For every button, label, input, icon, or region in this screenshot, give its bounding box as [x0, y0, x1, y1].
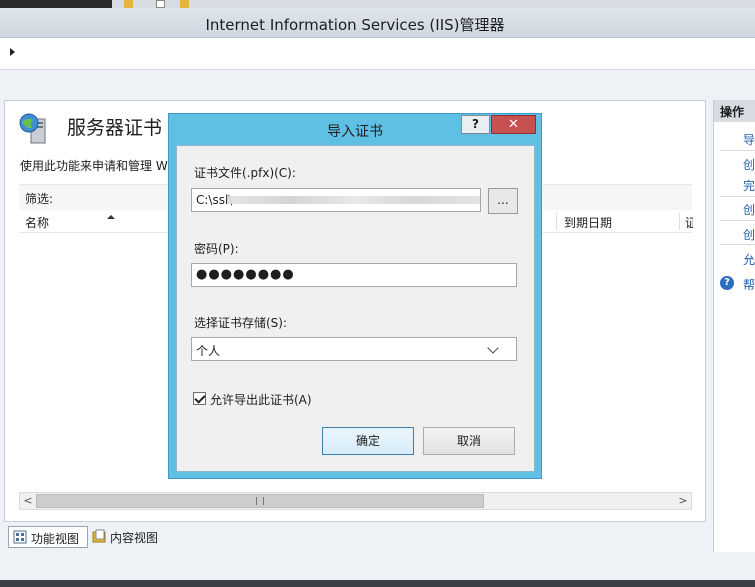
column-divider [556, 213, 557, 230]
feature-view-icon [13, 530, 27, 544]
scroll-right-icon[interactable]: > [675, 493, 691, 509]
tab-feature-view-label: 功能视图 [31, 532, 80, 546]
action-enable-auto-rebind[interactable]: 允 [743, 251, 755, 268]
title-bar: Internet Information Services (IIS)管理器 [0, 8, 755, 38]
file-label: 证书文件(.pfx)(C): [194, 166, 296, 180]
folder-icon [124, 0, 133, 8]
top-strip [0, 0, 755, 8]
action-help[interactable]: 帮 [743, 276, 755, 293]
page-description: 使用此功能来申请和管理 W [20, 159, 168, 173]
tab-feature-view[interactable]: 功能视图 [8, 526, 88, 548]
certificate-file-value: C:\ssl\ [196, 193, 233, 207]
action-create-request[interactable]: 创 [743, 156, 755, 173]
ok-button[interactable]: 确定 [322, 427, 414, 455]
tab-content-view-label: 内容视图 [110, 531, 159, 545]
scrollbar-thumb[interactable] [36, 494, 484, 508]
allow-export-label[interactable]: 允许导出此证书(A) [210, 391, 312, 408]
window-title: Internet Information Services (IIS)管理器 [205, 16, 505, 34]
cancel-button[interactable]: 取消 [423, 427, 515, 455]
view-tabs: 功能视图 内容视图 [4, 524, 706, 550]
column-expire-header[interactable]: 到期日期 [564, 214, 612, 231]
action-complete-request[interactable]: 完 [743, 177, 755, 194]
column-divider [679, 213, 680, 230]
dialog-help-button[interactable]: ? [461, 115, 490, 134]
action-create-self-signed[interactable]: 创 [743, 226, 755, 243]
scroll-left-icon[interactable]: < [20, 493, 36, 509]
store-label: 选择证书存储(S): [194, 316, 288, 330]
server-certificate-icon [19, 113, 46, 144]
redacted-path [228, 196, 480, 204]
help-icon[interactable]: ? [720, 276, 734, 290]
dialog-close-button[interactable]: ✕ [491, 115, 536, 134]
action-import[interactable]: 导 [743, 131, 755, 148]
column-name-header[interactable]: 名称 [25, 214, 49, 231]
certificate-file-input[interactable]: C:\ssl\ [191, 188, 481, 212]
sort-ascending-icon [107, 215, 115, 219]
chevron-right-icon[interactable] [10, 48, 15, 56]
dialog-body: 证书文件(.pfx)(C): C:\ssl\ ... 密码(P): ●●●●●●… [176, 145, 535, 472]
address-bar[interactable] [0, 38, 755, 70]
action-create-domain-cert[interactable]: 创 [743, 201, 755, 218]
content-view-icon [92, 529, 106, 543]
column-cert-header[interactable]: 证 [685, 214, 693, 231]
folder-icon [180, 0, 189, 8]
horizontal-scrollbar[interactable]: < > [19, 492, 692, 510]
dialog-title-bar[interactable]: 导入证书 ? ✕ [169, 114, 541, 144]
actions-panel: 操作 导 创 完 创 创 允 ? 帮 [713, 100, 755, 552]
page-title: 服务器证书 [67, 117, 163, 139]
toolbar-area [0, 70, 755, 100]
filter-label: 筛选: [25, 192, 54, 206]
certificate-store-select[interactable]: 个人 [191, 337, 517, 361]
document-icon [156, 0, 165, 8]
password-input[interactable]: ●●●●●●●● [191, 263, 517, 287]
allow-export-checkbox[interactable] [193, 392, 206, 405]
tab-content-view[interactable]: 内容视图 [88, 526, 166, 548]
password-label: 密码(P): [194, 242, 239, 256]
certificate-store-value: 个人 [196, 344, 221, 358]
taskbar-edge [0, 580, 755, 587]
actions-header: 操作 [714, 100, 755, 122]
browse-button[interactable]: ... [488, 188, 518, 214]
import-certificate-dialog: 导入证书 ? ✕ 证书文件(.pfx)(C): C:\ssl\ ... 密码(P… [168, 113, 542, 479]
